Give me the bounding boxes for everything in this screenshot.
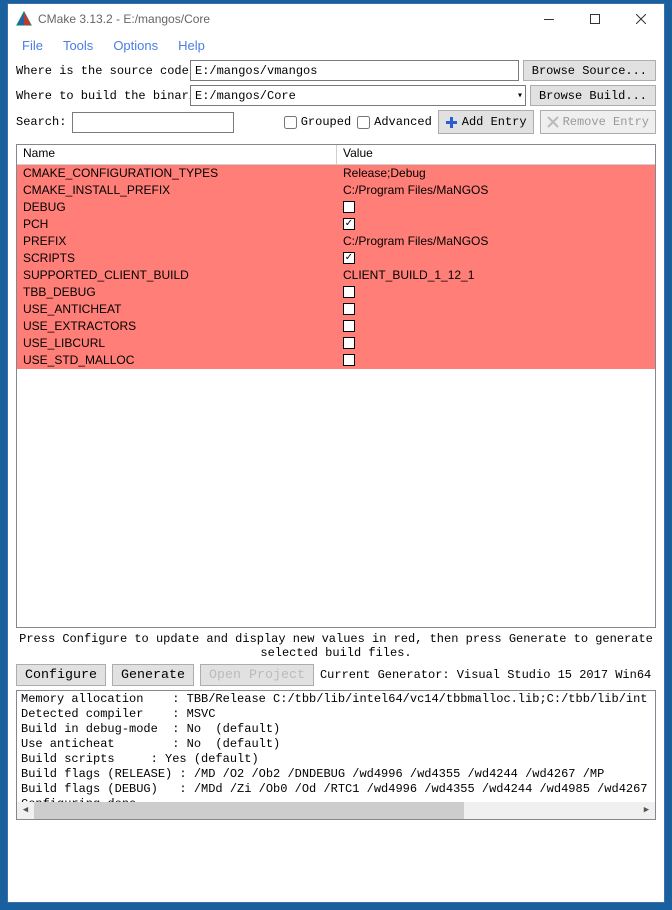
table-body: CMAKE_CONFIGURATION_TYPESRelease;DebugCM… — [17, 165, 655, 627]
search-label: Search: — [16, 115, 66, 129]
table-row[interactable]: SUPPORTED_CLIENT_BUILDCLIENT_BUILD_1_12_… — [17, 267, 655, 284]
advanced-checkbox-wrap[interactable]: Advanced — [357, 115, 432, 129]
checkbox-icon[interactable] — [343, 354, 355, 366]
cell-name: SUPPORTED_CLIENT_BUILD — [17, 267, 337, 284]
generator-row: Configure Generate Open Project Current … — [8, 662, 664, 690]
checkbox-icon[interactable] — [343, 303, 355, 315]
col-header-value[interactable]: Value — [337, 145, 655, 164]
checkbox-icon[interactable]: ✓ — [343, 218, 355, 230]
table-row[interactable]: TBB_DEBUG — [17, 284, 655, 301]
cell-name: CMAKE_CONFIGURATION_TYPES — [17, 165, 337, 182]
cell-value[interactable] — [337, 301, 655, 318]
search-row: Search: Grouped Advanced Add Entry — [16, 110, 656, 134]
window: CMake 3.13.2 - E:/mangos/Core File Tools… — [7, 3, 665, 903]
cell-value[interactable] — [337, 352, 655, 369]
checkbox-icon[interactable] — [343, 201, 355, 213]
cell-value[interactable]: ✓ — [337, 250, 655, 267]
checkbox-icon[interactable] — [343, 320, 355, 332]
cell-name: PCH — [17, 216, 337, 233]
cell-value[interactable]: C:/Program Files/MaNGOS — [337, 233, 655, 250]
log-output[interactable]: Memory allocation : TBB/Release C:/tbb/l… — [16, 690, 656, 820]
search-input[interactable] — [72, 112, 234, 133]
cell-name: DEBUG — [17, 199, 337, 216]
hint-text: Press Configure to update and display ne… — [8, 628, 664, 662]
table-row[interactable]: USE_LIBCURL — [17, 335, 655, 352]
cell-name: PREFIX — [17, 233, 337, 250]
advanced-checkbox[interactable] — [357, 116, 370, 129]
cell-name: USE_ANTICHEAT — [17, 301, 337, 318]
table-row[interactable]: CMAKE_INSTALL_PREFIXC:/Program Files/MaN… — [17, 182, 655, 199]
cell-name: TBB_DEBUG — [17, 284, 337, 301]
browse-build-button[interactable]: Browse Build... — [530, 85, 656, 106]
remove-entry-button: Remove Entry — [540, 110, 656, 134]
cell-name: USE_EXTRACTORS — [17, 318, 337, 335]
table-row[interactable]: DEBUG — [17, 199, 655, 216]
minimize-button[interactable] — [526, 4, 572, 34]
table-row[interactable]: USE_EXTRACTORS — [17, 318, 655, 335]
cell-name: SCRIPTS — [17, 250, 337, 267]
cell-value[interactable] — [337, 199, 655, 216]
cell-value[interactable]: ✓ — [337, 216, 655, 233]
source-label: Where is the source code: — [16, 64, 186, 78]
cell-value[interactable]: CLIENT_BUILD_1_12_1 — [337, 267, 655, 284]
grouped-checkbox[interactable] — [284, 116, 297, 129]
table-row[interactable]: USE_STD_MALLOC — [17, 352, 655, 369]
generate-button[interactable]: Generate — [112, 664, 194, 686]
grouped-checkbox-wrap[interactable]: Grouped — [284, 115, 351, 129]
source-path-input[interactable] — [190, 60, 519, 81]
cache-table: Name Value CMAKE_CONFIGURATION_TYPESRele… — [16, 144, 656, 628]
menu-options[interactable]: Options — [105, 36, 166, 55]
cell-value[interactable]: C:/Program Files/MaNGOS — [337, 182, 655, 199]
table-row[interactable]: PREFIXC:/Program Files/MaNGOS — [17, 233, 655, 250]
x-icon — [547, 116, 559, 128]
cmake-icon — [16, 11, 32, 27]
checkbox-icon[interactable] — [343, 286, 355, 298]
cell-value[interactable] — [337, 284, 655, 301]
build-label: Where to build the binaries: — [16, 89, 186, 103]
browse-source-button[interactable]: Browse Source... — [523, 60, 656, 81]
table-row[interactable]: CMAKE_CONFIGURATION_TYPESRelease;Debug — [17, 165, 655, 182]
scroll-right-icon[interactable]: ▶ — [638, 802, 655, 819]
table-row[interactable]: USE_ANTICHEAT — [17, 301, 655, 318]
checkbox-icon[interactable]: ✓ — [343, 252, 355, 264]
menubar: File Tools Options Help — [8, 34, 664, 56]
log-content: Memory allocation : TBB/Release C:/tbb/l… — [17, 691, 655, 813]
cell-name: USE_LIBCURL — [17, 335, 337, 352]
cell-value[interactable]: Release;Debug — [337, 165, 655, 182]
window-title: CMake 3.13.2 - E:/mangos/Core — [38, 12, 210, 26]
menu-tools[interactable]: Tools — [55, 36, 101, 55]
titlebar: CMake 3.13.2 - E:/mangos/Core — [8, 4, 664, 34]
build-row: Where to build the binaries: E:/mangos/C… — [16, 85, 656, 106]
col-header-name[interactable]: Name — [17, 145, 337, 164]
menu-help[interactable]: Help — [170, 36, 213, 55]
cell-name: USE_STD_MALLOC — [17, 352, 337, 369]
table-row[interactable]: SCRIPTS ✓ — [17, 250, 655, 267]
cell-name: CMAKE_INSTALL_PREFIX — [17, 182, 337, 199]
checkbox-icon[interactable] — [343, 337, 355, 349]
menu-file[interactable]: File — [14, 36, 51, 55]
build-path-select[interactable]: E:/mangos/Core — [190, 85, 526, 106]
cell-value[interactable] — [337, 335, 655, 352]
open-project-button: Open Project — [200, 664, 314, 686]
table-row[interactable]: PCH ✓ — [17, 216, 655, 233]
scroll-left-icon[interactable]: ◀ — [17, 802, 34, 819]
configure-button[interactable]: Configure — [16, 664, 106, 686]
close-button[interactable] — [618, 4, 664, 34]
cell-value[interactable] — [337, 318, 655, 335]
add-entry-button[interactable]: Add Entry — [438, 110, 534, 134]
maximize-button[interactable] — [572, 4, 618, 34]
table-header: Name Value — [17, 145, 655, 165]
current-generator-label: Current Generator: Visual Studio 15 2017… — [320, 668, 651, 682]
scroll-thumb[interactable] — [34, 802, 464, 819]
plus-icon — [445, 116, 458, 129]
horizontal-scrollbar[interactable]: ◀ ▶ — [17, 802, 655, 819]
source-row: Where is the source code: Browse Source.… — [16, 60, 656, 81]
